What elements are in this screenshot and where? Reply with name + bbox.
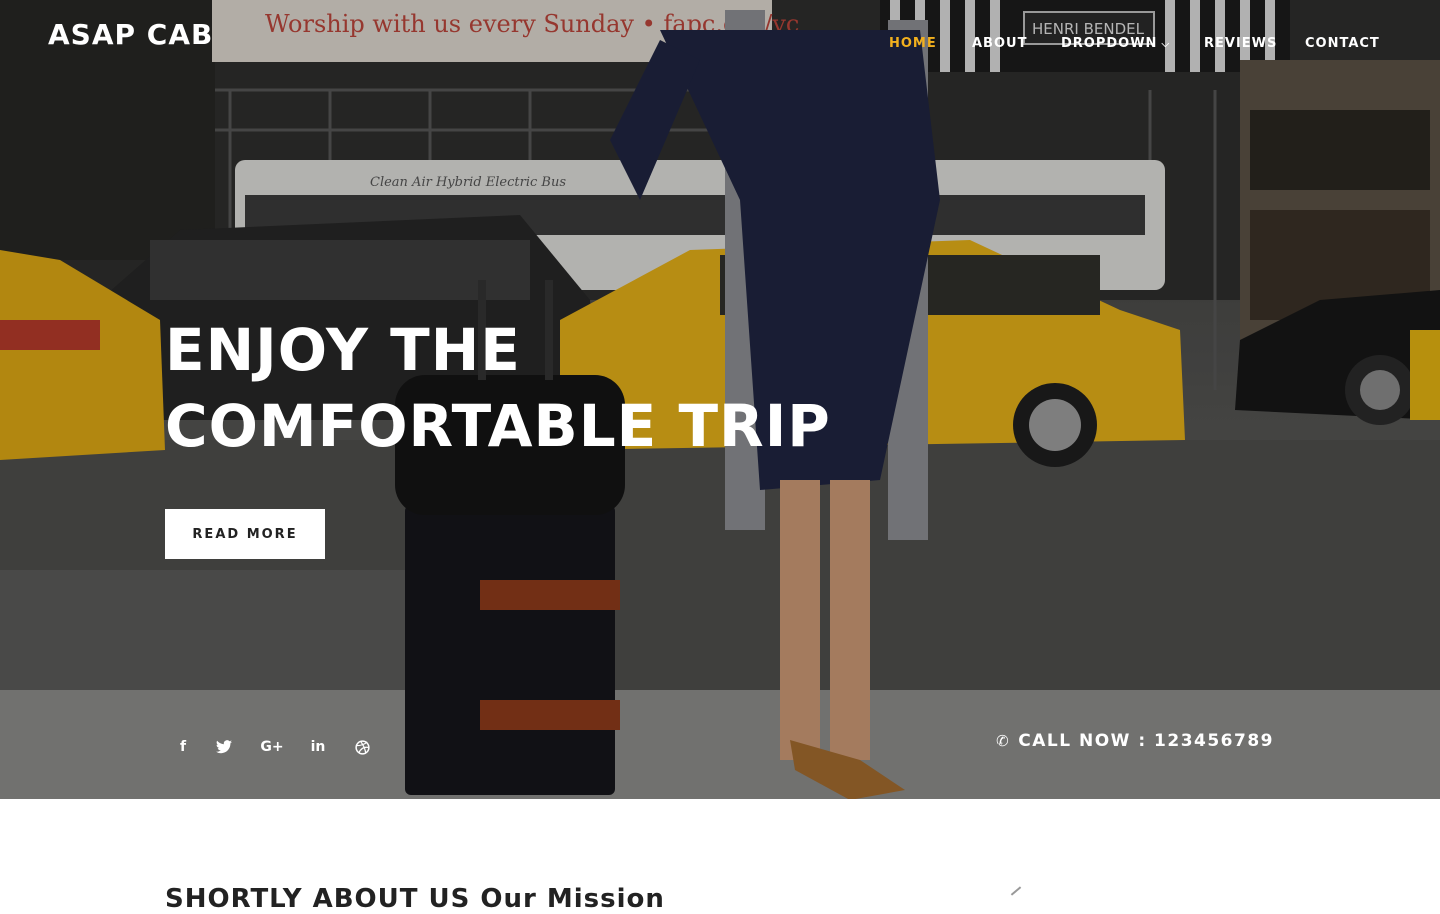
google-plus-icon[interactable]: G+ (258, 737, 286, 757)
dribbble-icon[interactable] (351, 737, 373, 757)
main-nav: HOME ABOUT DROPDOWN ⌵ REVIEWS CONTACT (0, 36, 1440, 56)
read-more-button[interactable]: READ MORE (165, 509, 325, 559)
facebook-icon[interactable]: f (172, 737, 194, 757)
linkedin-icon[interactable]: in (307, 737, 329, 757)
call-now-info[interactable]: ✆ CALL NOW : 123456789 (996, 731, 1274, 751)
hero-headline: ENJOY THE COMFORTABLE TRIP (165, 312, 865, 464)
phone-icon: ✆ (996, 732, 1011, 750)
chevron-down-icon: ⌵ (1161, 39, 1171, 50)
nav-item-about[interactable]: ABOUT (972, 36, 1027, 51)
nav-item-dropdown[interactable]: DROPDOWN ⌵ (1061, 36, 1170, 51)
nav-item-contact[interactable]: CONTACT (1305, 36, 1380, 51)
hero-section: Worship with us every Sunday • fapc.org/… (0, 0, 1440, 799)
nav-item-dropdown-label: DROPDOWN (1061, 36, 1158, 51)
call-now-text: CALL NOW : 123456789 (1018, 731, 1274, 751)
nav-item-home[interactable]: HOME (889, 36, 937, 51)
hero-headline-line-1: ENJOY THE (165, 316, 521, 384)
twitter-icon[interactable] (213, 737, 235, 757)
about-section-title: SHORTLY ABOUT US Our Mission (165, 884, 665, 914)
nav-item-reviews[interactable]: REVIEWS (1204, 36, 1277, 51)
hero-headline-line-2: COMFORTABLE TRIP (165, 392, 831, 460)
